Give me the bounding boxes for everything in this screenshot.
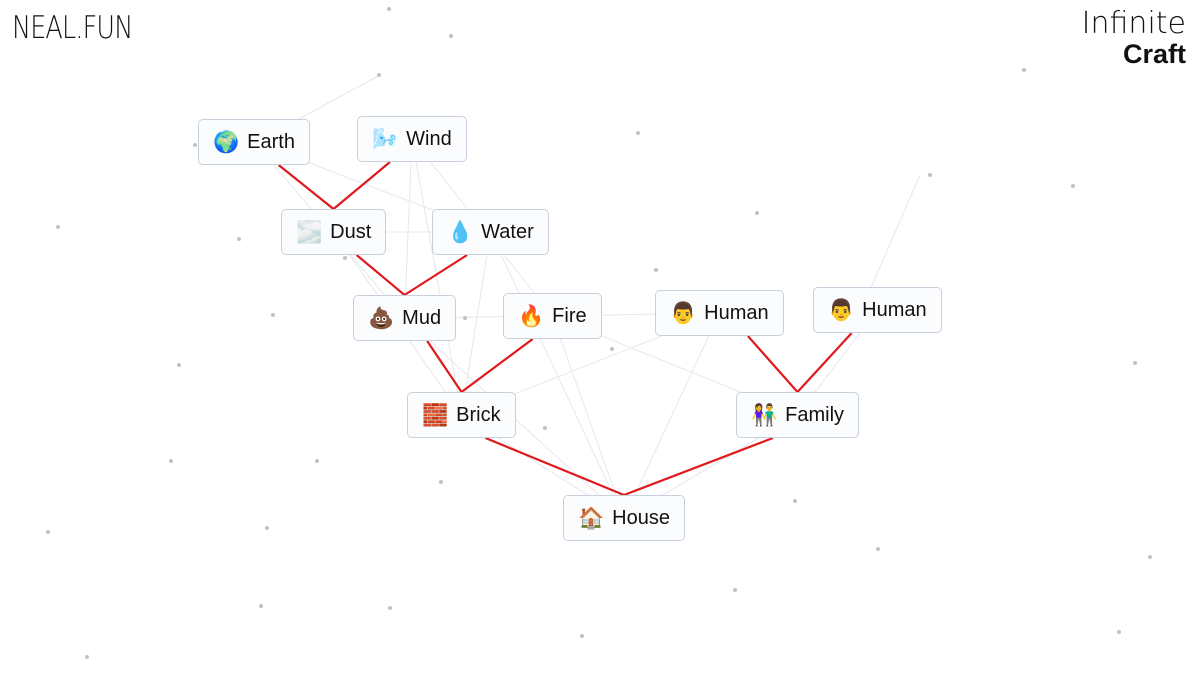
element-label: Brick — [456, 403, 501, 426]
background-line — [869, 174, 921, 291]
background-line — [411, 138, 462, 416]
element-fire[interactable]: 🔥 Fire — [503, 293, 602, 339]
background-dot — [265, 526, 269, 530]
background-line — [552, 315, 625, 519]
couple-icon: 👫 — [751, 403, 778, 427]
recipe-line — [623, 436, 774, 497]
element-house[interactable]: 🏠 House — [563, 495, 685, 541]
background-dot — [387, 7, 391, 11]
element-wind[interactable]: 🌬️ Wind — [357, 116, 467, 162]
background-dot — [654, 268, 658, 272]
element-label: Mud — [402, 306, 442, 329]
background-dot — [1022, 68, 1026, 72]
poop-icon: 💩 — [368, 306, 395, 330]
background-dot — [271, 313, 275, 317]
logo-line-infinite: Infinite — [1081, 6, 1186, 41]
background-line — [623, 312, 720, 519]
globe-icon: 🌍 — [213, 130, 240, 154]
element-label: Human — [862, 298, 927, 321]
fire-icon: 🔥 — [518, 304, 545, 328]
background-dot — [463, 316, 467, 320]
element-label: Dust — [330, 220, 372, 243]
background-dot — [1117, 630, 1121, 634]
background-dot — [543, 426, 547, 430]
man-icon: 👨 — [670, 301, 697, 325]
background-dot — [733, 588, 737, 592]
man-icon: 👨 — [828, 298, 855, 322]
droplet-icon: 💧 — [447, 220, 474, 244]
element-label: Earth — [247, 130, 295, 153]
element-human[interactable]: 👨 Human — [655, 290, 784, 336]
element-label: Human — [704, 301, 769, 324]
background-dot — [1133, 361, 1137, 365]
background-dot — [876, 547, 880, 551]
background-dot — [237, 237, 241, 241]
house-icon: 🏠 — [578, 506, 605, 530]
background-dot — [793, 499, 797, 503]
element-label: Water — [481, 220, 534, 243]
wind-face-icon: 🌬️ — [372, 127, 399, 151]
recipe-line — [796, 332, 853, 393]
background-dot — [439, 480, 443, 484]
infinite-craft-logo: Infinite Craft — [1082, 9, 1186, 68]
element-water[interactable]: 💧 Water — [432, 209, 549, 255]
background-dot — [1148, 555, 1152, 559]
background-dot — [755, 211, 759, 215]
background-dot — [928, 173, 932, 177]
element-mud[interactable]: 💩 Mud — [353, 295, 457, 341]
background-dot — [85, 655, 89, 659]
element-dust[interactable]: 🌫️ Dust — [281, 209, 387, 255]
background-dot — [343, 256, 347, 260]
background-dot — [169, 459, 173, 463]
background-dot — [449, 34, 453, 38]
background-dot — [388, 606, 392, 610]
element-brick[interactable]: 🧱 Brick — [407, 392, 516, 438]
element-family[interactable]: 👫 Family — [736, 392, 860, 438]
element-label: Fire — [552, 304, 587, 327]
background-dot — [377, 73, 381, 77]
element-label: House — [612, 506, 670, 529]
neal-fun-logo[interactable]: NEAL.FUN — [12, 10, 133, 46]
background-dot — [56, 225, 60, 229]
logo-line-craft: Craft — [1122, 39, 1186, 69]
element-human[interactable]: 👨 Human — [813, 287, 942, 333]
background-dot — [193, 143, 197, 147]
recipe-line — [426, 340, 463, 393]
background-dot — [46, 530, 50, 534]
recipe-line — [485, 436, 625, 497]
background-dot — [580, 634, 584, 638]
element-label: Wind — [406, 127, 452, 150]
background-dot — [1071, 184, 1075, 188]
recipe-line — [747, 335, 799, 393]
background-dot — [636, 131, 640, 135]
recipe-line — [332, 161, 391, 210]
background-dot — [610, 347, 614, 351]
recipe-line — [403, 254, 468, 296]
waves-icon: 🌫️ — [296, 220, 323, 244]
background-dot — [259, 604, 263, 608]
element-label: Family — [785, 403, 845, 426]
element-earth[interactable]: 🌍 Earth — [198, 119, 310, 165]
background-dot — [315, 459, 319, 463]
background-dot — [177, 363, 181, 367]
brick-icon: 🧱 — [422, 403, 449, 427]
